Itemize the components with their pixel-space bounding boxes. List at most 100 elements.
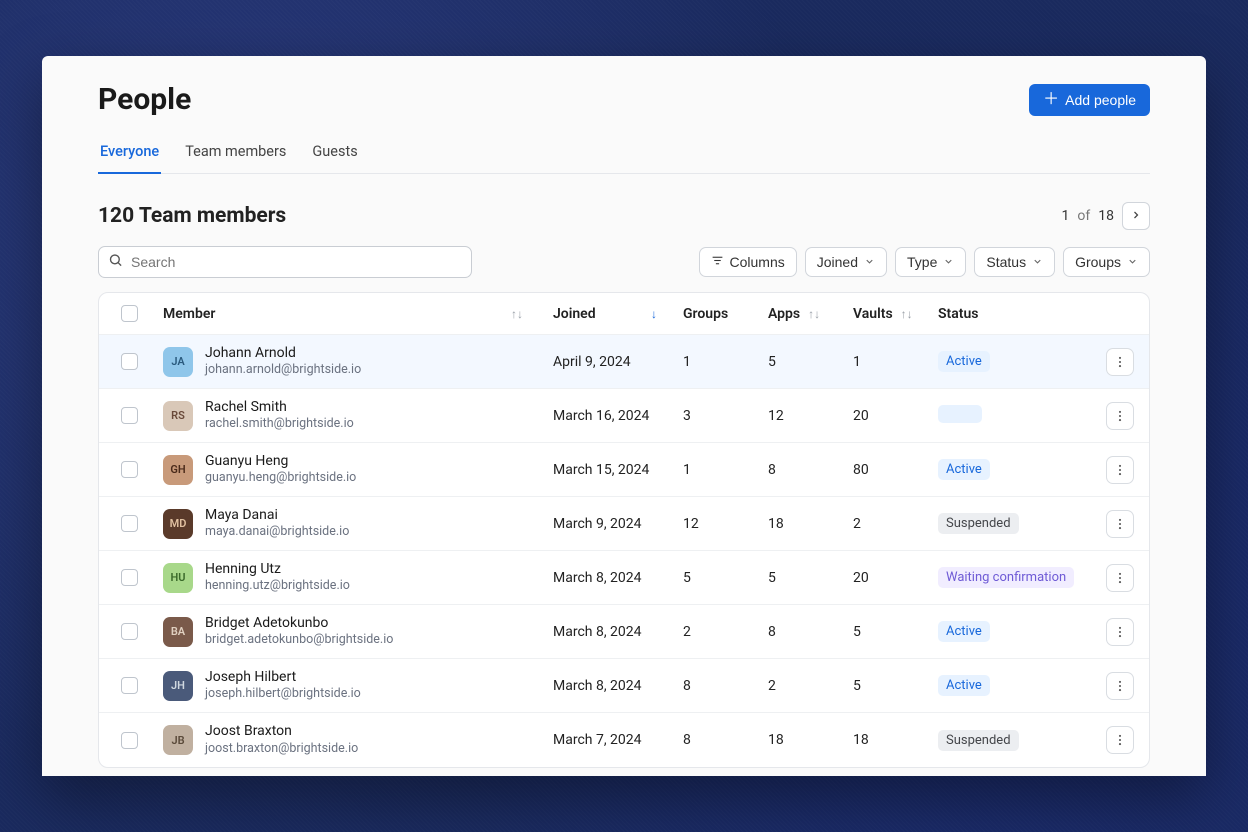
- joined-cell: March 8, 2024: [545, 618, 675, 646]
- more-vertical-icon: [1113, 733, 1127, 747]
- member-name: Henning Utz: [205, 561, 350, 579]
- add-people-label: Add people: [1065, 92, 1136, 108]
- table-row[interactable]: HUHenning Utzhenning.utz@brightside.ioMa…: [99, 551, 1149, 605]
- col-member[interactable]: Member ↑↓: [155, 300, 545, 328]
- page-total: 18: [1098, 208, 1114, 224]
- columns-icon: [711, 254, 724, 270]
- row-actions-button[interactable]: [1106, 618, 1134, 646]
- page-current: 1: [1062, 208, 1070, 224]
- apps-cell: 5: [760, 348, 845, 376]
- row-checkbox[interactable]: [121, 515, 138, 532]
- member-email: joost.braxton@brightside.io: [205, 741, 358, 757]
- col-status[interactable]: Status: [930, 300, 1090, 328]
- table-row[interactable]: JHJoseph Hilbertjoseph.hilbert@brightsid…: [99, 659, 1149, 713]
- groups-cell: 1: [675, 348, 760, 376]
- more-vertical-icon: [1113, 409, 1127, 423]
- tab-everyone[interactable]: Everyone: [98, 135, 161, 174]
- more-vertical-icon: [1113, 517, 1127, 531]
- search-input[interactable]: [98, 246, 472, 278]
- member-name: Guanyu Heng: [205, 453, 356, 471]
- apps-cell: 2: [760, 672, 845, 700]
- filter-groups[interactable]: Groups: [1063, 247, 1150, 277]
- table-row[interactable]: JAJohann Arnoldjohann.arnold@brightside.…: [99, 335, 1149, 389]
- count-title: 120 Team members: [98, 204, 286, 228]
- sort-icon: ↑↓: [511, 307, 523, 321]
- groups-cell: 12: [675, 510, 760, 538]
- groups-cell: 2: [675, 618, 760, 646]
- chevron-down-icon: [864, 254, 875, 270]
- member-cell: GH Guanyu Hengguanyu.heng@brightside.io: [155, 447, 545, 492]
- columns-button[interactable]: Columns: [699, 247, 797, 277]
- table-row[interactable]: RSRachel Smithrachel.smith@brightside.io…: [99, 389, 1149, 443]
- row-actions-button[interactable]: [1106, 402, 1134, 430]
- member-name: Johann Arnold: [205, 345, 361, 363]
- row-actions-button[interactable]: [1106, 348, 1134, 376]
- chevron-down-icon: [1032, 254, 1043, 270]
- tab-guests[interactable]: Guests: [310, 135, 359, 174]
- status-badge: Active: [938, 621, 990, 642]
- apps-cell: 18: [760, 726, 845, 754]
- col-joined[interactable]: Joined ↓: [545, 300, 675, 328]
- next-page-button[interactable]: [1122, 202, 1150, 230]
- row-checkbox[interactable]: [121, 461, 138, 478]
- select-all-checkbox[interactable]: [121, 305, 138, 322]
- col-groups[interactable]: Groups: [675, 300, 760, 328]
- status-badge: Suspended: [938, 730, 1019, 751]
- tab-team-members[interactable]: Team members: [183, 135, 288, 174]
- row-checkbox[interactable]: [121, 353, 138, 370]
- search-container: [98, 246, 472, 278]
- filter-type[interactable]: Type: [895, 247, 966, 277]
- row-actions-button[interactable]: [1106, 564, 1134, 592]
- groups-cell: 5: [675, 564, 760, 592]
- table-row[interactable]: BABridget Adetokunbobridget.adetokunbo@b…: [99, 605, 1149, 659]
- row-actions-button[interactable]: [1106, 672, 1134, 700]
- chevron-right-icon: [1130, 209, 1142, 224]
- row-actions-button[interactable]: [1106, 456, 1134, 484]
- row-actions-button[interactable]: [1106, 726, 1134, 754]
- vaults-cell: 20: [845, 564, 930, 592]
- member-email: guanyu.heng@brightside.io: [205, 470, 356, 486]
- filter-joined-label: Joined: [817, 254, 858, 270]
- filter-joined[interactable]: Joined: [805, 247, 887, 277]
- status-badge: Waiting confirmation: [938, 567, 1074, 588]
- member-email: maya.danai@brightside.io: [205, 524, 349, 540]
- table-row[interactable]: JBJoost Braxtonjoost.braxton@brightside.…: [99, 713, 1149, 767]
- col-vaults[interactable]: Vaults ↑↓: [845, 300, 930, 328]
- chevron-down-icon: [943, 254, 954, 270]
- row-actions-button[interactable]: [1106, 510, 1134, 538]
- page-of: of: [1077, 208, 1090, 224]
- apps-cell: 8: [760, 618, 845, 646]
- more-vertical-icon: [1113, 463, 1127, 477]
- groups-cell: 8: [675, 672, 760, 700]
- row-checkbox[interactable]: [121, 407, 138, 424]
- member-name: Bridget Adetokunbo: [205, 615, 393, 633]
- row-checkbox[interactable]: [121, 677, 138, 694]
- groups-cell: 8: [675, 726, 760, 754]
- member-email: rachel.smith@brightside.io: [205, 416, 354, 432]
- member-name: Joost Braxton: [205, 723, 358, 741]
- add-people-button[interactable]: ＋ Add people: [1029, 84, 1150, 116]
- search-icon: [108, 253, 123, 272]
- avatar: GH: [163, 455, 193, 485]
- row-checkbox[interactable]: [121, 569, 138, 586]
- avatar: MD: [163, 509, 193, 539]
- status-badge: [938, 405, 982, 423]
- row-checkbox[interactable]: [121, 732, 138, 749]
- status-cell: Active: [930, 669, 1090, 702]
- member-cell: JAJohann Arnoldjohann.arnold@brightside.…: [155, 339, 545, 384]
- table-row[interactable]: GHGuanyu Hengguanyu.heng@brightside.ioMa…: [99, 443, 1149, 497]
- status-cell: Active: [930, 453, 1090, 486]
- member-email: joseph.hilbert@brightside.io: [205, 686, 361, 702]
- sort-icon: ↑↓: [901, 307, 913, 321]
- pagination: 1 of 18: [1062, 202, 1150, 230]
- vaults-cell: 80: [845, 456, 930, 484]
- sort-down-icon: ↓: [651, 307, 657, 321]
- table-row[interactable]: MDMaya Danaimaya.danai@brightside.ioMarc…: [99, 497, 1149, 551]
- tabs: Everyone Team members Guests: [98, 135, 1150, 174]
- page-title: People: [98, 82, 191, 117]
- member-email: henning.utz@brightside.io: [205, 578, 350, 594]
- filter-status[interactable]: Status: [974, 247, 1055, 277]
- col-apps[interactable]: Apps ↑↓: [760, 300, 845, 328]
- row-checkbox[interactable]: [121, 623, 138, 640]
- status-badge: Active: [938, 351, 990, 372]
